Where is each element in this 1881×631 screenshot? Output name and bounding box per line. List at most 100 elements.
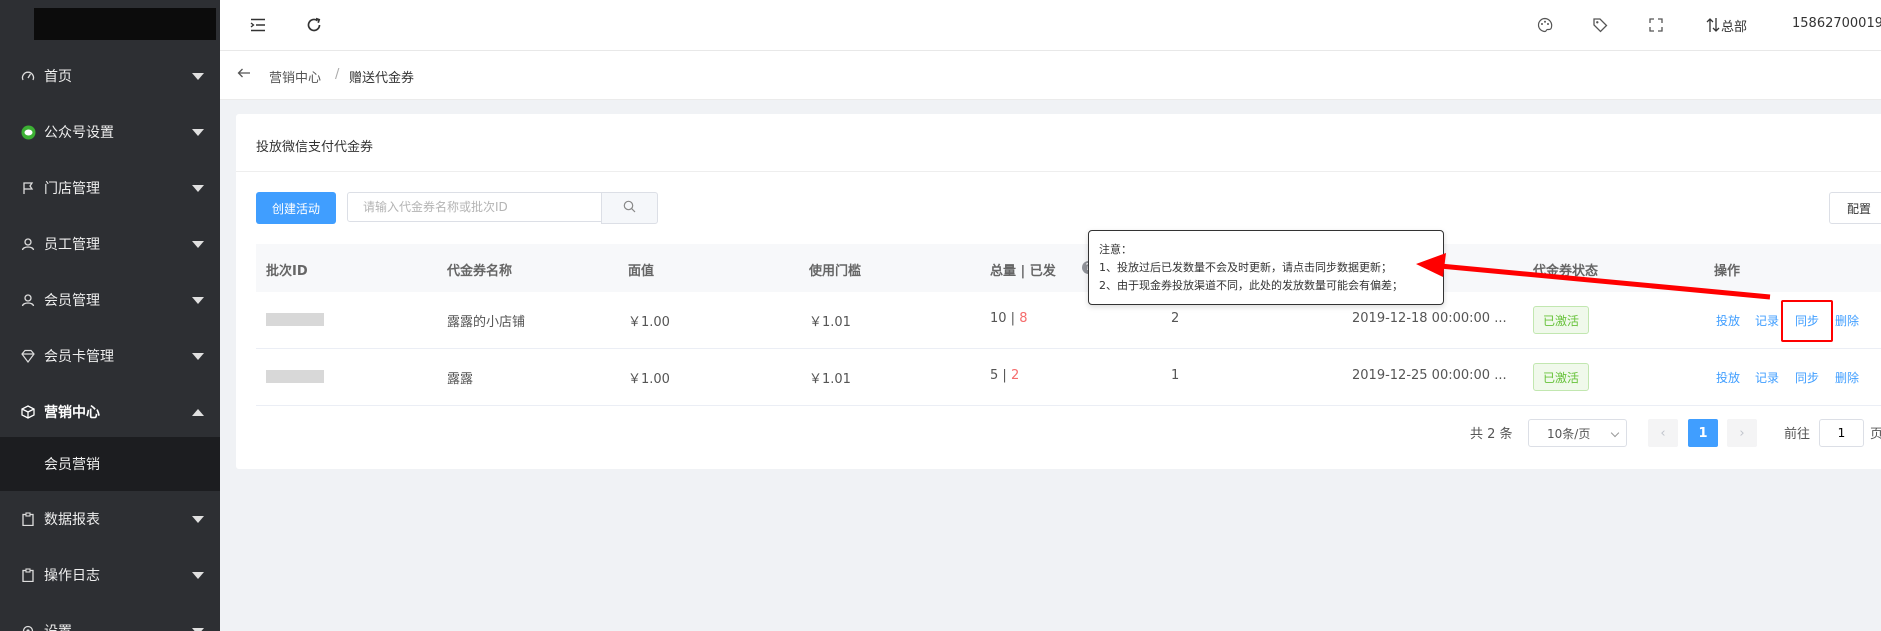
- sidebar-item-marketing[interactable]: 营销中心: [0, 384, 220, 440]
- user-icon: [20, 292, 36, 308]
- threshold: ￥1.01: [809, 315, 851, 330]
- sidebar-subitem-member-marketing[interactable]: 会员营销: [0, 437, 220, 491]
- breadcrumb-parent[interactable]: 营销中心: [269, 67, 321, 86]
- chevron-down-icon: [192, 72, 204, 80]
- user-phone[interactable]: 15862700019: [1792, 16, 1881, 31]
- separator: |: [998, 368, 1011, 383]
- goto-page-input[interactable]: [1819, 419, 1864, 447]
- col-face-value: 面值: [628, 264, 655, 279]
- table-header: 批次ID 代金券名称 面值 使用门槛 总量 | 已发 ? 代金券状态 操作: [256, 244, 1881, 293]
- table-row: 露露的小店铺 ￥1.00 ￥1.01 10 | 8 2 2019-12-18 0…: [256, 292, 1881, 349]
- chevron-down-icon: [192, 184, 204, 192]
- chevron-down-icon: [192, 240, 204, 248]
- threshold: ￥1.01: [809, 372, 851, 387]
- current-page[interactable]: 1: [1688, 419, 1718, 447]
- chevron-down-icon: [192, 571, 204, 579]
- face-value: ￥1.00: [628, 315, 670, 330]
- total-sent: 5 | 2: [990, 368, 1019, 383]
- sidebar-item-label: 门店管理: [44, 181, 100, 197]
- separator: |: [1006, 311, 1020, 326]
- record-link[interactable]: 记录: [1755, 312, 1779, 329]
- page-size-value: 10条/页: [1547, 426, 1591, 441]
- status-badge: 已激活: [1533, 363, 1589, 391]
- sidebar-item-label: 首页: [44, 69, 72, 85]
- sidebar-item-label: 公众号设置: [44, 125, 114, 141]
- chevron-down-icon: [192, 627, 204, 631]
- top-header: 总部 15862700019: [220, 0, 1881, 51]
- delete-link[interactable]: 删除: [1835, 369, 1859, 386]
- sidebar-item-staff[interactable]: 员工管理: [0, 216, 220, 272]
- tag-icon[interactable]: [1591, 16, 1609, 34]
- col-actions: 操作: [1714, 264, 1741, 279]
- sidebar-subitem-label: 会员营销: [44, 457, 100, 473]
- tooltip-title: 注意：: [1099, 243, 1132, 256]
- sidebar-item-label: 营销中心: [44, 405, 100, 421]
- sidebar-item-label: 操作日志: [44, 568, 100, 584]
- search-input[interactable]: [347, 192, 602, 222]
- card-title: 投放微信支付代金券: [256, 140, 374, 155]
- chevron-down-icon: [1610, 428, 1620, 438]
- goto-label: 前往: [1784, 427, 1811, 442]
- sidebar-item-member-cards[interactable]: 会员卡管理: [0, 328, 220, 384]
- refresh-icon[interactable]: [305, 16, 323, 34]
- sidebar-item-label: 数据报表: [44, 512, 100, 528]
- release-link[interactable]: 投放: [1716, 312, 1740, 329]
- breadcrumb-current: 赠送代金券: [349, 71, 415, 86]
- dashboard-icon: [20, 68, 36, 84]
- config-button[interactable]: 配置: [1829, 192, 1881, 224]
- release-link[interactable]: 投放: [1716, 369, 1740, 386]
- table-row: 露露 ￥1.00 ￥1.01 5 | 2 1 2019-12-25 00:00:…: [256, 349, 1881, 406]
- batch-id-redacted: [266, 370, 324, 383]
- clipboard-icon: [20, 567, 36, 583]
- sidebar-item-home[interactable]: 首页: [0, 48, 220, 104]
- chevron-down-icon: [192, 128, 204, 136]
- col-threshold: 使用门槛: [809, 264, 862, 279]
- store-name[interactable]: 总部: [1721, 16, 1747, 35]
- create-activity-button[interactable]: 创建活动: [256, 192, 336, 224]
- col-batch-id: 批次ID: [266, 264, 308, 279]
- cube-icon: [20, 404, 36, 420]
- help-tooltip: 注意： 1、投放过后已发数量不会及时更新，请点击同步数据更新； 2、由于现金券投…: [1088, 230, 1444, 305]
- chevron-down-icon: [192, 296, 204, 304]
- chevron-left-icon: ‹: [1660, 425, 1666, 441]
- clipboard-icon: [20, 511, 36, 527]
- wechat-icon: [20, 124, 36, 140]
- chevron-right-icon: ›: [1739, 425, 1745, 441]
- sent: 2: [1010, 368, 1020, 383]
- divider: [236, 171, 1881, 172]
- search-icon: [623, 200, 636, 217]
- back-arrow-icon[interactable]: [236, 65, 252, 85]
- record-link[interactable]: 记录: [1755, 369, 1779, 386]
- pagination-total: 共 2 条: [1470, 427, 1513, 442]
- sidebar-item-reports[interactable]: 数据报表: [0, 491, 220, 547]
- menu-fold-icon[interactable]: [249, 16, 267, 34]
- palette-icon[interactable]: [1536, 16, 1554, 34]
- sidebar: 首页 公众号设置 门店管理 员工管理 会员管理 会员卡管理 营销中心 会员营销 …: [0, 0, 220, 631]
- sidebar-item-settings[interactable]: 设置: [0, 603, 220, 631]
- sidebar-item-members[interactable]: 会员管理: [0, 272, 220, 328]
- sidebar-item-label: 会员卡管理: [44, 349, 114, 365]
- sidebar-item-logs[interactable]: 操作日志: [0, 547, 220, 603]
- tooltip-line: 1、投放过后已发数量不会及时更新，请点击同步数据更新；: [1099, 261, 1392, 274]
- prev-page-button[interactable]: ‹: [1648, 419, 1678, 447]
- sidebar-item-wechat[interactable]: 公众号设置: [0, 104, 220, 160]
- sidebar-item-stores[interactable]: 门店管理: [0, 160, 220, 216]
- switch-store-icon[interactable]: [1704, 16, 1722, 34]
- fullscreen-icon[interactable]: [1647, 16, 1665, 34]
- diamond-icon: [20, 348, 36, 364]
- delete-link[interactable]: 删除: [1835, 312, 1859, 329]
- status-badge: 已激活: [1533, 306, 1589, 334]
- face-value: ￥1.00: [628, 372, 670, 387]
- sync-link[interactable]: 同步: [1795, 369, 1819, 386]
- breadcrumb-separator: /: [335, 67, 340, 82]
- col-name: 代金券名称: [447, 264, 513, 279]
- tooltip-line: 2、由于现金券投放渠道不同，此处的发放数量可能会有偏差；: [1099, 279, 1403, 292]
- search-button[interactable]: [601, 192, 658, 224]
- next-page-button[interactable]: ›: [1727, 419, 1757, 447]
- total: 10: [990, 311, 1007, 326]
- page-suffix: 页: [1870, 427, 1881, 442]
- voucher-name: 露露: [447, 372, 474, 387]
- voucher-card: 投放微信支付代金券 创建活动 配置 批次ID 代金券名称 面值 使用门槛 总量 …: [236, 114, 1881, 469]
- time: 2019-12-18 00:00:00 ...: [1352, 311, 1507, 326]
- page-size-select[interactable]: 10条/页: [1528, 419, 1627, 447]
